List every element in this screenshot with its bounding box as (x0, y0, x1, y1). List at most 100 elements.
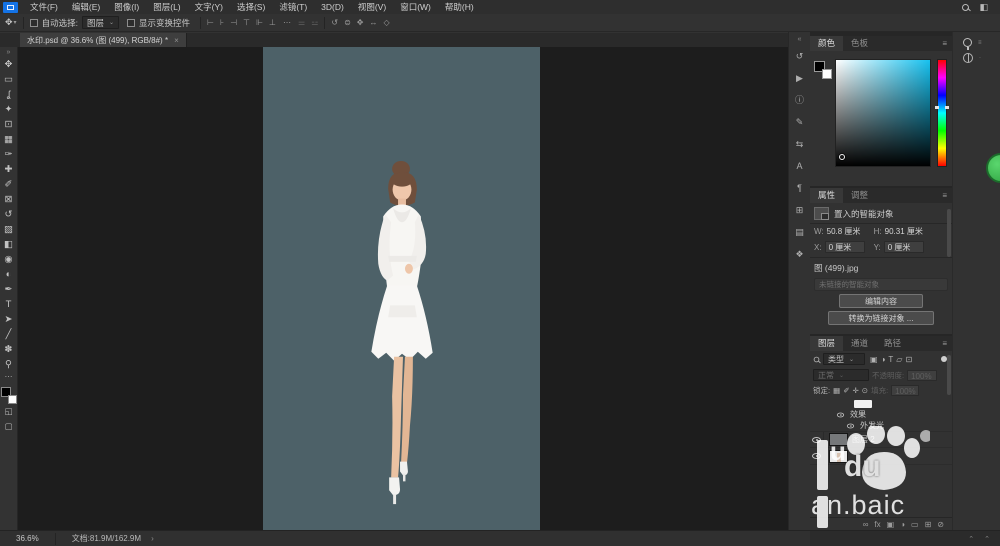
layer-row-layer2[interactable]: 图层 2 (810, 431, 952, 448)
filter-adjustment-icon[interactable]: ◑ (881, 355, 886, 364)
menu-image[interactable]: 图像(I) (107, 0, 146, 14)
align-left-icon[interactable]: ⊢ (207, 18, 214, 27)
scrollbar[interactable] (947, 355, 951, 395)
tool-brush[interactable]: ✐ (0, 177, 18, 192)
tool-line[interactable]: ╱ (0, 327, 18, 342)
3d-drag-icon[interactable]: ✥ (357, 18, 364, 27)
tool-dodge[interactable]: ◐ (0, 267, 18, 282)
panel-menu-icon[interactable]: ≡ (942, 336, 952, 351)
tool-history-brush[interactable]: ↺ (0, 207, 18, 222)
hue-slider[interactable] (937, 59, 947, 167)
color-swatches[interactable] (814, 61, 832, 79)
tool-hand[interactable]: ✽ (0, 342, 18, 357)
align-bottom-icon[interactable]: ⊥ (269, 18, 276, 27)
character-styles-panel-icon[interactable]: ▤ (790, 226, 810, 239)
actions-panel-icon[interactable]: ▶ (790, 72, 810, 85)
tool-path-select[interactable]: ➤ (0, 312, 18, 327)
filter-type-icon[interactable]: T (888, 355, 893, 364)
visibility-eye-icon[interactable] (847, 423, 854, 428)
tool-crop[interactable]: ⊡ (0, 117, 18, 132)
adjustment-layer-icon[interactable]: ◑ (900, 520, 905, 529)
tool-quick-select[interactable]: ✦ (0, 102, 18, 117)
tool-marquee[interactable]: ▭ (0, 72, 18, 87)
quick-mask-icon[interactable]: ◱ (0, 404, 18, 419)
y-value-field[interactable]: 0 厘米 (884, 241, 924, 253)
new-group-icon[interactable]: ▭ (911, 520, 919, 529)
tab-paths[interactable]: 路径 (876, 336, 909, 351)
panel-menu-icon[interactable]: ≡ (942, 188, 952, 203)
w-value[interactable]: 50.8 厘米 (827, 226, 871, 237)
close-icon[interactable]: × (174, 36, 179, 45)
lock-position-icon[interactable]: ✛ (852, 386, 858, 395)
tool-lasso[interactable]: ʆ (0, 87, 18, 102)
document-tab[interactable]: 水印.psd @ 36.6% (图 (499), RGB/8#) * × (20, 33, 187, 47)
x-value-field[interactable]: 0 厘米 (825, 241, 865, 253)
add-mask-icon[interactable]: ▣ (887, 520, 895, 529)
visibility-eye-icon[interactable] (812, 453, 821, 459)
hue-slider-marker[interactable] (935, 106, 949, 109)
search-icon[interactable] (962, 4, 969, 11)
menu-edit[interactable]: 编辑(E) (65, 0, 107, 14)
visibility-eye-icon[interactable] (837, 412, 844, 417)
tool-move[interactable]: ✥ (0, 57, 18, 72)
canvas-document[interactable] (263, 47, 540, 530)
tool-healing-brush[interactable]: ✚ (0, 162, 18, 177)
layer-name[interactable]: 图层 2 (852, 434, 875, 445)
auto-select-checkbox[interactable] (30, 19, 38, 27)
align-top-icon[interactable]: ⊤ (243, 18, 250, 27)
convert-to-linked-button[interactable]: 转换为链接对象 ... (828, 311, 934, 325)
3d-roll-icon[interactable]: ⊜ (344, 18, 351, 27)
background-color-swatch[interactable] (8, 395, 17, 404)
3d-slide-icon[interactable]: ↔ (369, 18, 377, 27)
menu-type[interactable]: 文字(Y) (188, 0, 230, 14)
filter-shape-icon[interactable]: ▱ (896, 355, 902, 364)
layer-style-icon[interactable]: fx (874, 520, 880, 529)
align-right-icon[interactable]: ⊣ (230, 18, 237, 27)
expand-panels-icon[interactable]: « (798, 36, 802, 43)
panel-menu-icon[interactable]: ≡ (942, 36, 952, 51)
tool-gradient[interactable]: ◧ (0, 237, 18, 252)
show-transform-checkbox[interactable] (127, 19, 135, 27)
color-field-cursor[interactable] (839, 154, 845, 160)
info-panel-icon[interactable]: ⓘ (790, 94, 810, 107)
collapse-icon[interactable]: ⌃ (968, 535, 974, 543)
ps-home-icon[interactable] (3, 2, 18, 13)
layer-thumbnail[interactable] (829, 450, 848, 463)
tab-channels[interactable]: 通道 (843, 336, 876, 351)
menu-view[interactable]: 视图(V) (351, 0, 393, 14)
lock-transparency-icon[interactable]: ▦ (833, 386, 840, 395)
layer-row[interactable] (810, 398, 952, 409)
menu-filter[interactable]: 滤镜(T) (272, 0, 314, 14)
history-panel-icon[interactable]: ↺ (790, 50, 810, 63)
tab-swatches[interactable]: 色板 (843, 36, 876, 51)
tab-adjustments[interactable]: 调整 (843, 188, 876, 203)
align-middle-icon[interactable]: ⊩ (256, 18, 263, 27)
glyphs-panel-icon[interactable]: ⊞ (790, 204, 810, 217)
new-layer-icon[interactable]: ⊞ (925, 520, 932, 529)
foreground-background-swatches[interactable] (1, 387, 17, 404)
tool-eraser[interactable]: ▨ (0, 222, 18, 237)
scrollbar[interactable] (947, 209, 951, 257)
edit-toolbar-icon[interactable]: ⋯ (5, 372, 13, 384)
filter-smart-object-icon[interactable]: ⊡ (905, 355, 912, 364)
auto-select-target-dropdown[interactable]: 图层 ⌄ (82, 16, 119, 29)
menu-3d[interactable]: 3D(D) (314, 0, 351, 14)
saturation-brightness-field[interactable] (835, 59, 931, 167)
clone-source-panel-icon[interactable]: ⇆ (790, 138, 810, 151)
layer-row-photo[interactable] (810, 448, 952, 465)
tool-frame[interactable]: ▦ (0, 132, 18, 147)
tab-properties[interactable]: 属性 (810, 188, 843, 203)
status-popup-icon[interactable]: › (151, 534, 154, 543)
delete-layer-icon[interactable]: ⊘ (937, 520, 944, 529)
filter-pixel-icon[interactable]: ▣ (870, 355, 878, 364)
tab-layers[interactable]: 图层 (810, 336, 843, 351)
tool-type[interactable]: T (0, 297, 18, 312)
zoom-level[interactable]: 36.6% (16, 534, 39, 543)
outer-glow-row[interactable]: 外发光 (810, 420, 952, 431)
tool-zoom[interactable]: ⚲ (0, 357, 18, 372)
collapse-icon[interactable]: ⌃ (984, 535, 990, 543)
3d-scale-icon[interactable]: ◇ (383, 18, 389, 27)
screen-mode-icon[interactable]: ▢ (0, 419, 18, 434)
tool-eyedropper[interactable]: ✑ (0, 147, 18, 162)
tool-blur[interactable]: ◉ (0, 252, 18, 267)
